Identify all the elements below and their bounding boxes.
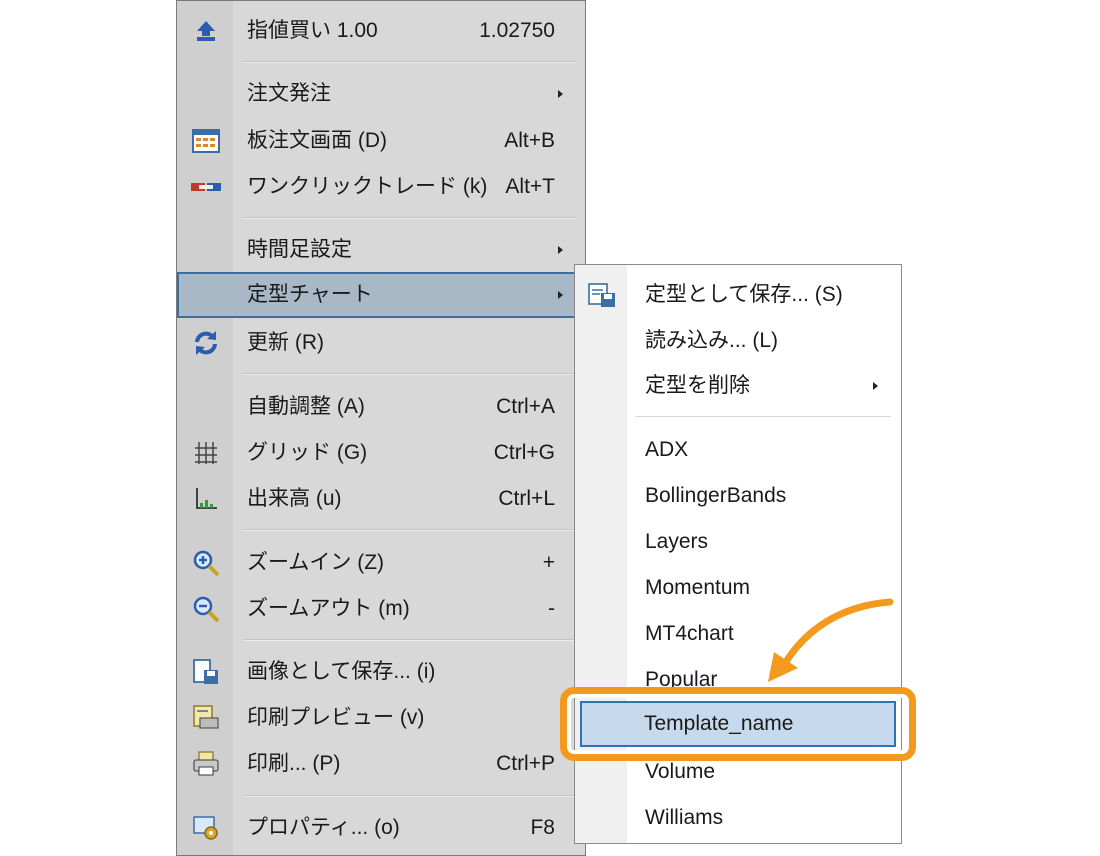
menu-item-label: ズームアウト (m) — [247, 597, 410, 620]
menu-separator — [243, 639, 577, 641]
menu-item-shortcut: Ctrl+P — [496, 752, 555, 775]
menu-item-timeframe[interactable]: 時間足設定 — [177, 227, 585, 273]
menu-item-shortcut: + — [542, 551, 555, 574]
menu-item-label: Momentum — [645, 576, 751, 599]
menu-item-order-board[interactable]: 板注文画面 (D) Alt+B — [177, 118, 585, 164]
menu-item-label: ズームイン (Z) — [247, 551, 385, 574]
menu-item-label: ADX — [645, 438, 689, 461]
save-template-icon — [587, 280, 617, 310]
zoom-out-icon — [191, 594, 221, 624]
menu-item-label: BollingerBands — [645, 484, 787, 507]
grid-icon — [191, 438, 221, 468]
menu-item-one-click-trade[interactable]: ワンクリックトレード (k) Alt+T — [177, 164, 585, 210]
menu-item-label: 画像として保存... (i) — [247, 660, 436, 683]
properties-icon — [191, 813, 221, 843]
menu-item-label: ワンクリックトレード (k) — [247, 175, 488, 198]
menu-separator — [243, 529, 577, 531]
menu-item-print-preview[interactable]: 印刷プレビュー (v) — [177, 695, 585, 741]
submenu-arrow-icon — [558, 291, 563, 299]
menu-item-label: 指値買い 1.00 — [247, 19, 378, 42]
menu-item-label: 印刷... (P) — [247, 752, 341, 775]
menu-item-buy-limit[interactable]: 指値買い 1.00 1.02750 — [177, 8, 585, 54]
menu-item-auto-scroll[interactable]: 自動調整 (A) Ctrl+A — [177, 384, 585, 430]
menu-item-label: 自動調整 (A) — [247, 395, 365, 418]
menu-item-label: 定型を削除 — [645, 374, 750, 397]
save-image-icon — [191, 657, 221, 687]
print-preview-icon — [191, 703, 221, 733]
menu-item-grid[interactable]: グリッド (G) Ctrl+G — [177, 430, 585, 476]
menu-item-label: プロパティ... (o) — [247, 816, 400, 839]
menu-item-label: 更新 (R) — [247, 331, 324, 354]
menu-item-shortcut: - — [548, 597, 555, 620]
menu-item-zoom-in[interactable]: ズームイン (Z) + — [177, 540, 585, 586]
menu-item-label: Layers — [645, 530, 709, 553]
printer-icon — [191, 749, 221, 779]
menu-item-label: 定型として保存... (S) — [645, 283, 843, 306]
menu-item-template-chart[interactable]: 定型チャート — [177, 272, 585, 318]
menu-separator — [243, 373, 577, 375]
submenu-item-template[interactable]: ADX — [575, 427, 901, 473]
menu-item-shortcut: Ctrl+G — [493, 441, 555, 464]
submenu-item-template[interactable]: BollingerBands — [575, 473, 901, 519]
order-board-icon — [191, 126, 221, 156]
menu-item-price: 1.02750 — [479, 19, 555, 42]
menu-item-shortcut: F8 — [530, 816, 555, 839]
menu-separator — [243, 217, 577, 219]
menu-item-label: グリッド (G) — [247, 441, 368, 464]
submenu-item-template[interactable]: Layers — [575, 519, 901, 565]
menu-item-properties[interactable]: プロパティ... (o) F8 — [177, 805, 585, 851]
annotation-arrow-icon — [768, 598, 894, 682]
submenu-arrow-icon — [558, 246, 563, 254]
buy-arrow-icon — [191, 16, 221, 46]
submenu-arrow-icon — [558, 90, 563, 98]
menu-separator — [243, 61, 577, 63]
annotation-highlight-frame — [560, 687, 916, 761]
menu-item-label: Williams — [645, 806, 724, 829]
submenu-item-template[interactable]: Williams — [575, 795, 901, 841]
menu-item-label: 時間足設定 — [247, 238, 352, 261]
menu-item-volume[interactable]: 出来高 (u) Ctrl+L — [177, 476, 585, 522]
submenu-item-save-template[interactable]: 定型として保存... (S) — [575, 272, 901, 318]
menu-item-shortcut: Ctrl+L — [498, 487, 555, 510]
menu-item-shortcut: Ctrl+A — [496, 395, 555, 418]
menu-item-label: 注文発注 — [247, 82, 331, 105]
menu-item-label: 出来高 (u) — [247, 487, 342, 510]
submenu-item-load[interactable]: 読み込み... (L) — [575, 318, 901, 364]
menu-item-label: 印刷プレビュー (v) — [247, 706, 425, 729]
menu-item-label: MT4chart — [645, 622, 734, 645]
zoom-in-icon — [191, 548, 221, 578]
menu-item-zoom-out[interactable]: ズームアウト (m) - — [177, 586, 585, 632]
menu-item-shortcut: Alt+B — [504, 129, 555, 152]
menu-item-print[interactable]: 印刷... (P) Ctrl+P — [177, 741, 585, 787]
one-click-trade-icon — [191, 172, 221, 202]
submenu-arrow-icon — [873, 382, 878, 390]
menu-item-save-image[interactable]: 画像として保存... (i) — [177, 649, 585, 695]
menu-item-label: 板注文画面 (D) — [247, 129, 387, 152]
submenu-item-delete-template[interactable]: 定型を削除 — [575, 363, 901, 409]
menu-item-order[interactable]: 注文発注 — [177, 71, 585, 117]
menu-separator — [243, 795, 577, 797]
refresh-icon — [191, 328, 221, 358]
menu-item-label: 読み込み... (L) — [645, 329, 779, 352]
menu-item-label: 定型チャート — [247, 283, 373, 306]
chart-context-menu: 指値買い 1.00 1.02750 注文発注 板注文画面 (D) Alt+B ワ… — [176, 0, 586, 856]
volume-icon — [191, 484, 221, 514]
menu-item-refresh[interactable]: 更新 (R) — [177, 320, 585, 366]
menu-item-shortcut: Alt+T — [505, 175, 555, 198]
menu-separator — [635, 416, 891, 418]
